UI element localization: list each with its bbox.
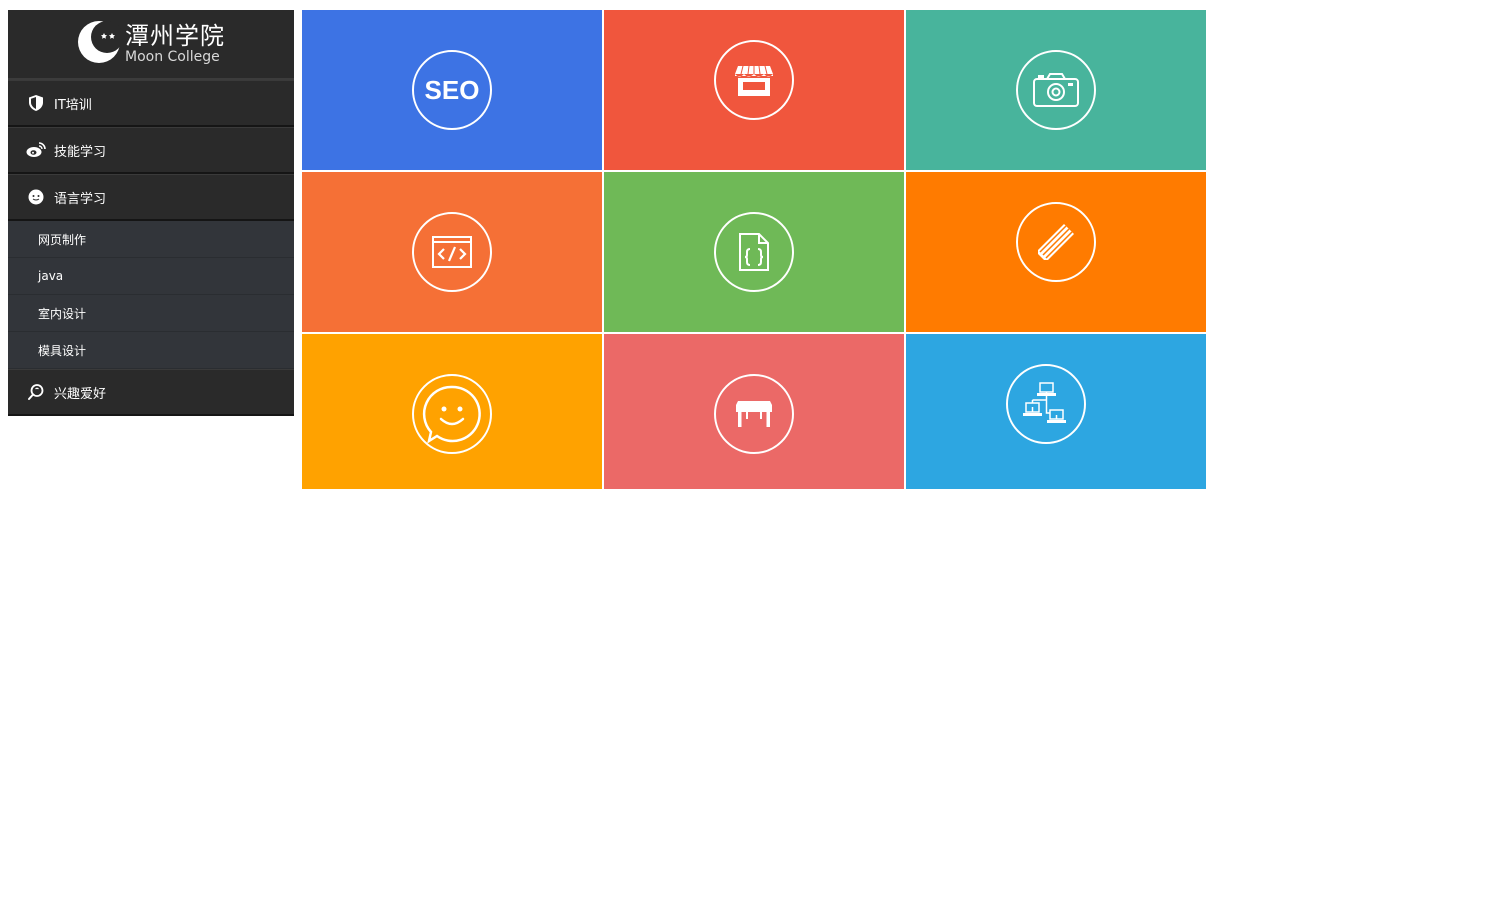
submenu-item-mold-design[interactable]: 模具设计	[8, 332, 294, 369]
submenu-item-java[interactable]: java	[8, 258, 294, 295]
menu-item-label: 兴趣爱好	[54, 386, 107, 402]
shop-icon	[714, 40, 794, 120]
shield-icon	[26, 93, 46, 113]
menu-item-skills[interactable]: 技能学习	[8, 127, 294, 174]
tile-seo[interactable]: SEO	[302, 10, 602, 170]
brand-header[interactable]: 潭州学院 Moon College	[8, 10, 294, 80]
main-menu: IT培训 技能学习 语言学习 网页制作 java 室内设计 模具设计 兴趣爱好	[8, 80, 294, 416]
submenu-item-interior-design[interactable]: 室内设计	[8, 295, 294, 332]
tile-pencil[interactable]	[906, 172, 1206, 332]
moon-logo-icon	[77, 20, 123, 68]
menu-item-it-training[interactable]: IT培训	[8, 80, 294, 127]
submenu-item-web-design[interactable]: 网页制作	[8, 221, 294, 258]
pencil-icon	[1016, 202, 1096, 282]
code-icon	[412, 212, 492, 292]
menu-item-label: 技能学习	[54, 144, 107, 160]
camera-icon	[1016, 50, 1096, 130]
brand-name-en: Moon College	[125, 49, 220, 65]
sidebar: 潭州学院 Moon College IT培训 技能学习 语言学习 网页制作 ja…	[8, 10, 294, 416]
menu-item-language[interactable]: 语言学习	[8, 174, 294, 221]
tile-camera[interactable]	[906, 10, 1206, 170]
table-icon	[714, 374, 794, 454]
menu-item-label: IT培训	[54, 97, 92, 113]
tile-code[interactable]	[302, 172, 602, 332]
menu-item-hobbies[interactable]: 兴趣爱好	[8, 369, 294, 416]
tile-network[interactable]	[906, 334, 1206, 489]
seo-icon-text: SEO	[424, 74, 480, 105]
json-file-icon	[714, 212, 794, 292]
smiley-chat-icon	[412, 374, 492, 454]
feature-tile-grid: SEO	[302, 10, 1206, 489]
tile-json-file[interactable]	[604, 172, 904, 332]
menu-item-label: 语言学习	[54, 191, 107, 207]
language-submenu: 网页制作 java 室内设计 模具设计	[8, 221, 294, 369]
seo-icon: SEO	[412, 50, 492, 130]
search-hand-icon	[26, 382, 46, 402]
brand-logo: 潭州学院 Moon College	[77, 20, 225, 68]
network-icon	[1006, 364, 1086, 444]
tile-shop[interactable]	[604, 10, 904, 170]
tile-table[interactable]	[604, 334, 904, 489]
brand-name-cn: 潭州学院	[125, 22, 225, 50]
weibo-icon	[26, 140, 46, 160]
tile-smiley[interactable]	[302, 334, 602, 489]
chat-bubble-icon	[26, 187, 46, 207]
